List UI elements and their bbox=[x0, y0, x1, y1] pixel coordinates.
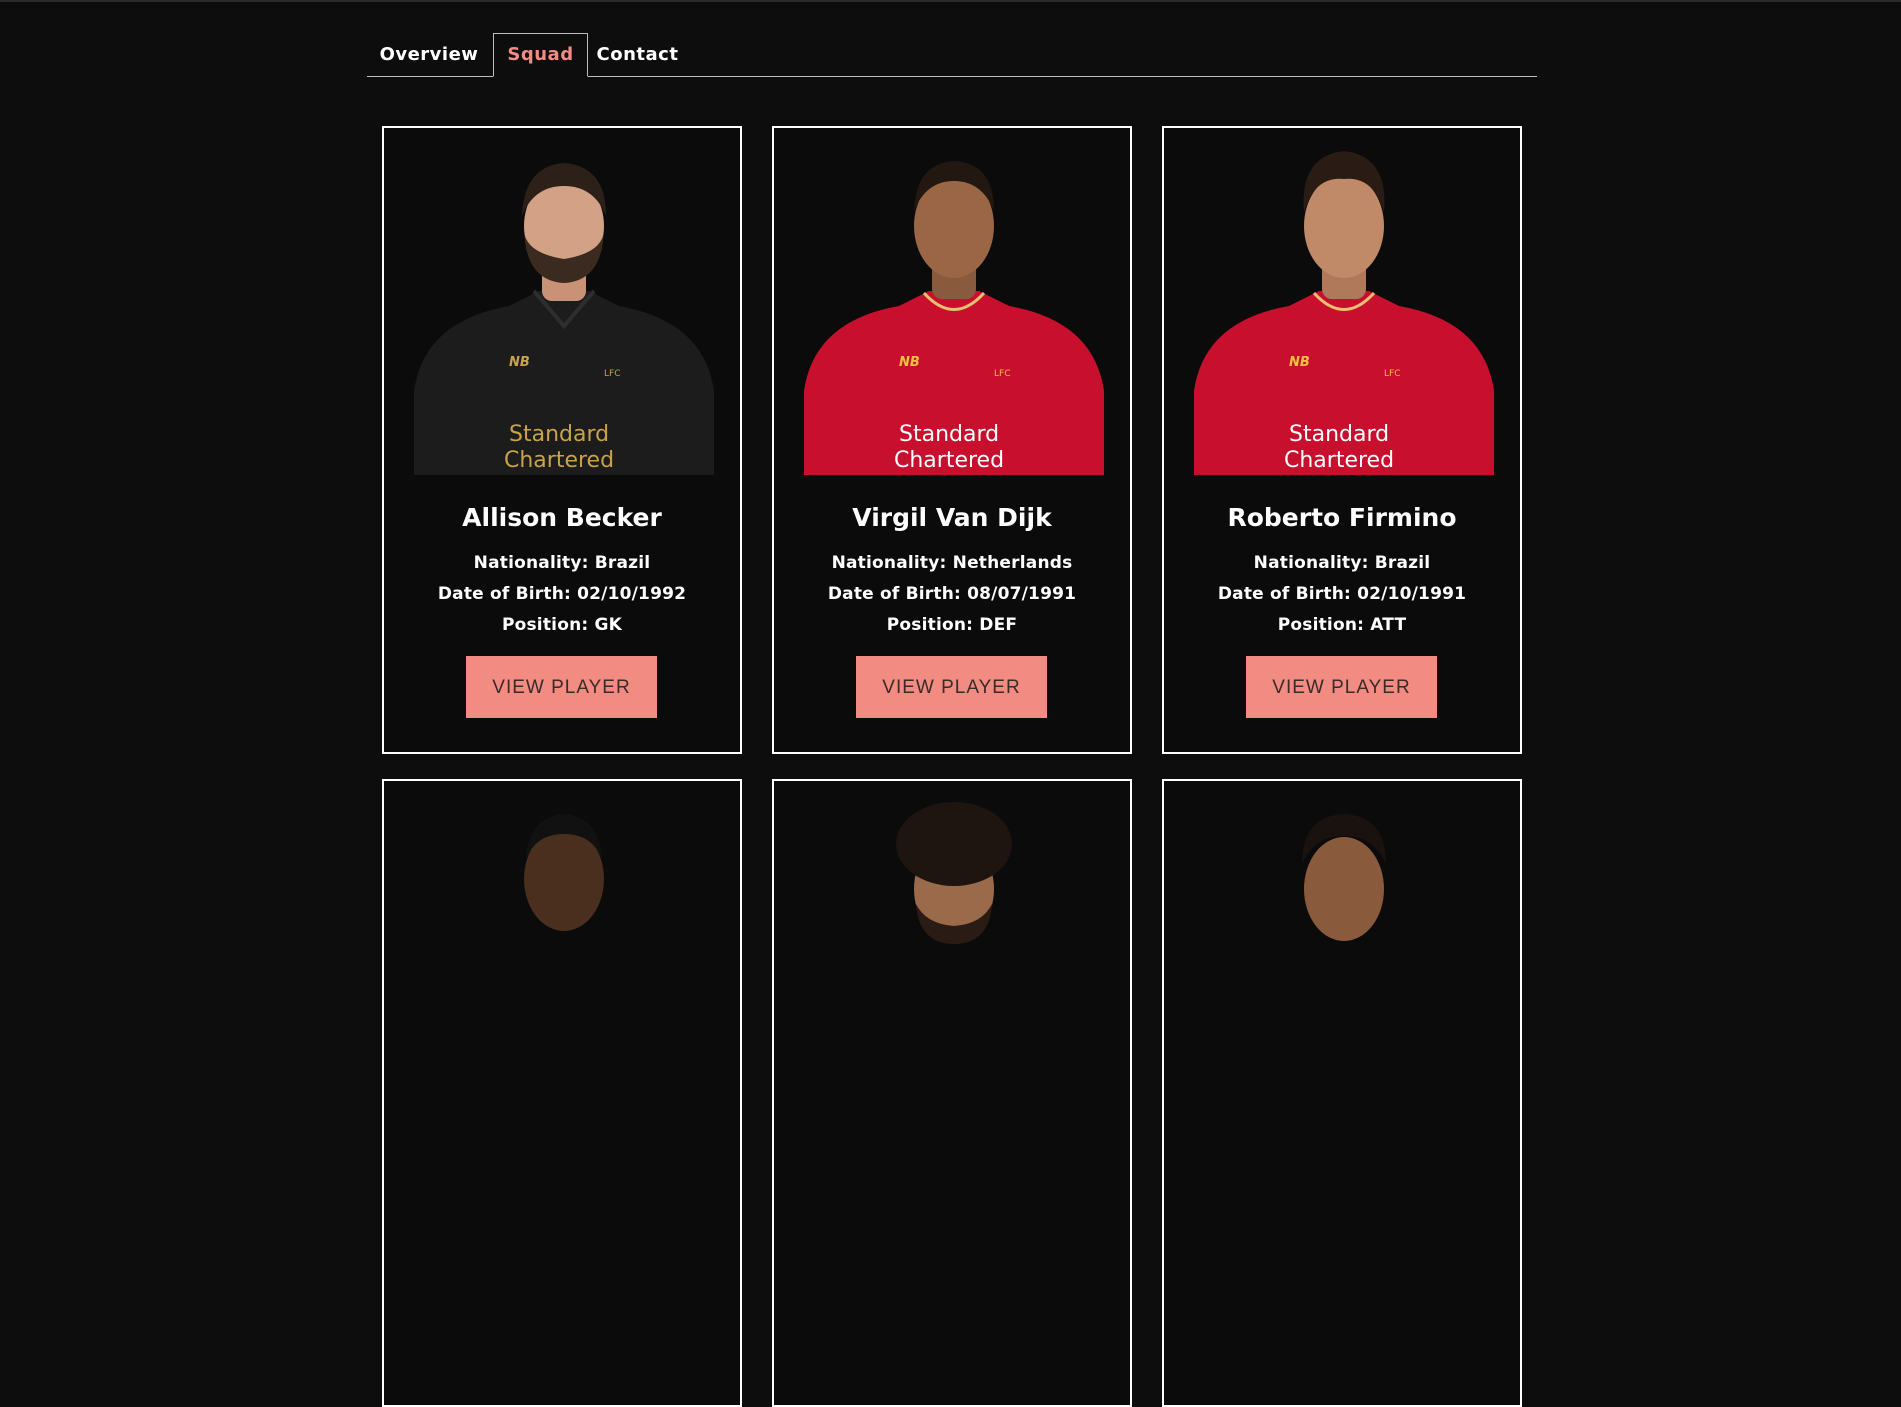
squad-grid: NB LFC Standard Chartered Allison Becker… bbox=[382, 126, 1522, 1407]
player-card bbox=[772, 779, 1132, 1407]
svg-text:Chartered: Chartered bbox=[504, 448, 614, 473]
player-nationality: Nationality: Brazil bbox=[1253, 553, 1431, 573]
svg-text:NB: NB bbox=[509, 355, 530, 370]
player-dob: Date of Birth: 08/07/1991 bbox=[827, 584, 1077, 604]
svg-text:Standard: Standard bbox=[899, 422, 999, 447]
player-photo bbox=[1194, 794, 1494, 1128]
tab-contact[interactable]: Contact bbox=[588, 33, 687, 77]
view-player-button[interactable]: VIEW PLAYER bbox=[1246, 656, 1437, 718]
player-position: Position: GK bbox=[501, 615, 623, 635]
player-name: Roberto Firmino bbox=[1227, 503, 1457, 532]
tab-squad[interactable]: Squad bbox=[493, 33, 588, 77]
view-player-button[interactable]: VIEW PLAYER bbox=[466, 656, 657, 718]
player-photo: NB LFC Standard Chartered bbox=[1194, 141, 1494, 475]
section-tabs: Overview Squad Contact bbox=[367, 33, 1537, 77]
player-dob: Date of Birth: 02/10/1992 bbox=[437, 584, 687, 604]
player-card: NB LFC Standard Chartered Roberto Firmin… bbox=[1162, 126, 1522, 754]
top-border bbox=[0, 0, 1901, 2]
player-photo bbox=[414, 794, 714, 1128]
svg-text:NB: NB bbox=[1289, 355, 1310, 370]
player-card: NB LFC Standard Chartered Allison Becker… bbox=[382, 126, 742, 754]
player-card: NB LFC Standard Chartered Virgil Van Dij… bbox=[772, 126, 1132, 754]
svg-text:Chartered: Chartered bbox=[894, 448, 1004, 473]
player-photo: NB LFC Standard Chartered bbox=[804, 141, 1104, 475]
svg-text:NB: NB bbox=[899, 355, 920, 370]
svg-text:Standard: Standard bbox=[1289, 422, 1389, 447]
player-position: Position: ATT bbox=[1277, 615, 1407, 635]
player-nationality: Nationality: Brazil bbox=[473, 553, 651, 573]
view-player-button[interactable]: VIEW PLAYER bbox=[856, 656, 1047, 718]
svg-text:Standard: Standard bbox=[509, 422, 609, 447]
player-nationality: Nationality: Netherlands bbox=[831, 553, 1073, 573]
player-photo: NB LFC Standard Chartered bbox=[414, 141, 714, 475]
svg-text:Chartered: Chartered bbox=[1284, 448, 1394, 473]
player-photo bbox=[804, 794, 1104, 1128]
player-dob: Date of Birth: 02/10/1991 bbox=[1217, 584, 1467, 604]
crest-text: LFC bbox=[1384, 369, 1400, 379]
player-name: Allison Becker bbox=[462, 503, 662, 532]
player-position: Position: DEF bbox=[886, 615, 1018, 635]
player-card bbox=[1162, 779, 1522, 1407]
crest-text: LFC bbox=[994, 369, 1010, 379]
crest-text: LFC bbox=[604, 369, 620, 379]
player-card bbox=[382, 779, 742, 1407]
tab-overview[interactable]: Overview bbox=[367, 33, 491, 77]
player-name: Virgil Van Dijk bbox=[852, 503, 1052, 532]
